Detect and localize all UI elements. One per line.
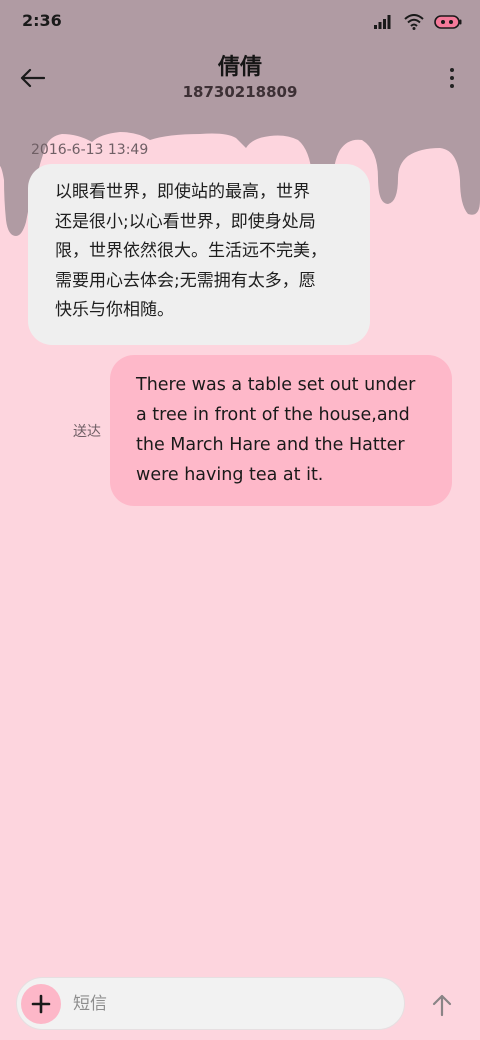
- more-vertical-icon-dot: [450, 76, 454, 80]
- message-line: 还是很小;以心看世界，即使身处局: [55, 211, 316, 232]
- incoming-message-bubble[interactable]: 以眼看世界，即使站的最高，世界 还是很小;以心看世界，即使身处局 限，世界依然很…: [28, 164, 370, 345]
- delivery-status: 送达: [73, 424, 101, 440]
- message-input[interactable]: [73, 988, 383, 1020]
- back-arrow-icon: [20, 68, 45, 88]
- conversation-header: 倩倩 18730218809: [0, 44, 480, 114]
- signal-icon: [374, 15, 391, 29]
- plus-icon: [31, 994, 51, 1014]
- status-time: 2:36: [22, 11, 62, 30]
- more-vertical-icon: [450, 68, 454, 72]
- wifi-icon: [404, 14, 424, 30]
- message-line: 以眼看世界，即使站的最高，世界: [55, 182, 310, 202]
- message-line: were having tea at it.: [136, 465, 324, 485]
- contact-name: 倩倩: [217, 55, 262, 80]
- contact-phone-number: 18730218809: [182, 83, 298, 101]
- contact-title: 倩倩 18730218809: [100, 54, 380, 102]
- more-options-button[interactable]: [444, 64, 460, 92]
- message-line: 需要用心去体会;无需拥有太多，愿: [55, 270, 316, 291]
- send-arrow-icon: [432, 994, 452, 1017]
- back-button[interactable]: [14, 62, 50, 94]
- message-line: 快乐与你相随。: [55, 300, 174, 320]
- message-line: the March Hare and the Hatter: [136, 435, 405, 455]
- battery-icon: [434, 15, 462, 29]
- send-button[interactable]: [426, 987, 458, 1023]
- add-attachment-button[interactable]: [21, 984, 61, 1024]
- status-bar: 2:36: [0, 0, 480, 44]
- message-line: There was a table set out under: [136, 375, 416, 395]
- message-line: a tree in front of the house,and: [136, 405, 410, 425]
- outgoing-message-bubble[interactable]: There was a table set out under a tree i…: [110, 355, 452, 506]
- more-vertical-icon-dot: [450, 84, 454, 88]
- message-timestamp: 2016-6-13 13:49: [31, 142, 149, 158]
- status-icons: [374, 12, 462, 32]
- message-line: 限，世界依然很大。生活远不完美，: [55, 241, 327, 261]
- message-composer: [16, 977, 405, 1030]
